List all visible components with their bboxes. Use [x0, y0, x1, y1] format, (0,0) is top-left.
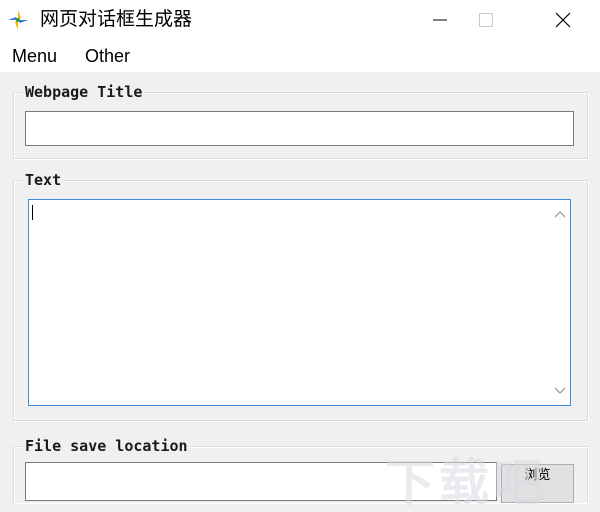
file-save-input[interactable]	[25, 462, 497, 501]
menu-bar: Menu Other	[0, 40, 600, 72]
app-logo-icon	[8, 10, 28, 30]
text-caret	[32, 205, 33, 220]
scroll-down-icon[interactable]	[554, 386, 566, 396]
text-label: Text	[23, 171, 64, 189]
maximize-icon	[479, 13, 493, 27]
minimize-button[interactable]	[417, 0, 463, 40]
window-title: 网页对话框生成器	[40, 8, 193, 30]
text-textarea[interactable]	[28, 199, 571, 406]
file-save-label: File save location	[23, 437, 190, 455]
menu-item-other[interactable]: Other	[85, 45, 130, 67]
maximize-button[interactable]	[463, 0, 509, 40]
close-button[interactable]	[540, 0, 586, 40]
scroll-up-icon[interactable]	[554, 209, 566, 219]
webpage-title-label: Webpage Title	[23, 83, 145, 101]
webpage-title-input[interactable]	[25, 111, 574, 146]
text-scrollbar[interactable]	[550, 200, 570, 405]
close-icon	[555, 12, 571, 28]
menu-item-menu[interactable]: Menu	[12, 45, 57, 67]
minimize-icon	[433, 19, 447, 21]
browse-button[interactable]: 浏览	[501, 464, 574, 503]
title-bar: 网页对话框生成器	[0, 0, 600, 40]
